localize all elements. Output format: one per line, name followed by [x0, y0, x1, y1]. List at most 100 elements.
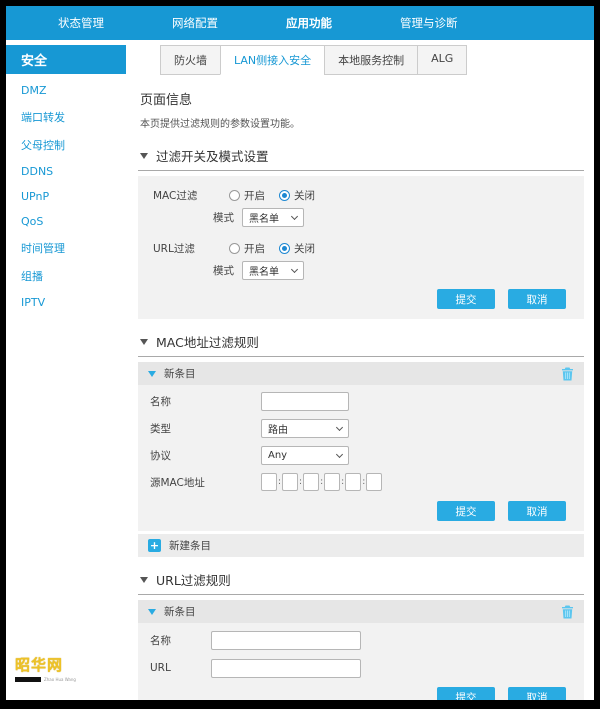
filter-switch-panel: MAC过滤 开启 关闭 模式 黑名单 URL过滤 开启 关闭 模式 黑名单 提交…: [138, 176, 584, 319]
url-mode-label: 模式: [213, 264, 234, 277]
radio-label: 开启: [244, 242, 265, 255]
section-title: 过滤开关及模式设置: [156, 149, 269, 164]
radio-checked-icon: [279, 242, 290, 254]
sidebar-item-iptv[interactable]: IPTV: [6, 290, 126, 315]
url-filter-on-radio[interactable]: 开启: [229, 241, 265, 256]
mac-octet-input-2[interactable]: [282, 473, 299, 491]
brand-logo: 昭华网 Zhao Hua Wang: [15, 654, 85, 682]
tab-local-service-control[interactable]: 本地服务控制: [324, 45, 419, 75]
screenshot-frame: 状态管理 网络配置 应用功能 管理与诊断 安全 DMZ 端口转发 父母控制 DD…: [0, 0, 600, 709]
mac-rules-panel: 新条目 名称 类型 路由 协议 Any 源MAC地址::::: 提交 …: [138, 362, 584, 531]
select-value: 路由: [268, 424, 288, 436]
mac-mode-label: 模式: [213, 211, 234, 224]
select-value: Any: [268, 449, 288, 461]
nav-management-diagnostics[interactable]: 管理与诊断: [400, 15, 458, 31]
mac-new-entry-button[interactable]: + 新建条目: [138, 534, 584, 557]
mac-octet-input-3[interactable]: [303, 473, 320, 491]
mac-separator: :: [320, 477, 324, 487]
radio-label: 关闭: [294, 189, 315, 202]
mac-entry-header[interactable]: 新条目: [138, 362, 584, 385]
tab-alg[interactable]: ALG: [417, 45, 468, 75]
tab-bar: 防火墙 LAN侧接入安全 本地服务控制 ALG: [160, 45, 584, 75]
sidebar-item-port-forwarding[interactable]: 端口转发: [6, 103, 126, 131]
name-label: 名称: [150, 634, 171, 647]
collapse-triangle-icon: [148, 608, 156, 615]
cancel-button[interactable]: 取消: [508, 687, 566, 700]
type-label: 类型: [150, 422, 171, 435]
section-divider: [138, 356, 584, 357]
select-value: 黑名单: [249, 266, 279, 278]
url-mode-select[interactable]: 黑名单: [242, 260, 304, 280]
nav-status-management[interactable]: 状态管理: [58, 15, 104, 31]
mac-octet-input-5[interactable]: [345, 473, 362, 491]
select-value: 黑名单: [249, 213, 279, 225]
trash-icon[interactable]: [561, 367, 574, 381]
sidebar-item-security[interactable]: 安全: [6, 45, 126, 74]
url-rule-name-input[interactable]: [211, 630, 361, 650]
sidebar-item-qos[interactable]: QoS: [6, 209, 126, 234]
mac-filter-off-radio[interactable]: 关闭: [279, 188, 315, 203]
app-window: 状态管理 网络配置 应用功能 管理与诊断 安全 DMZ 端口转发 父母控制 DD…: [6, 6, 594, 700]
page-title: 页面信息: [140, 93, 193, 108]
mac-filter-label: MAC过滤: [153, 189, 198, 202]
section-mac-rules-header[interactable]: MAC地址过滤规则: [140, 332, 584, 351]
mac-filter-on-radio[interactable]: 开启: [229, 188, 265, 203]
plus-icon: +: [148, 539, 161, 552]
mac-separator: :: [278, 477, 282, 487]
radio-label: 关闭: [294, 242, 315, 255]
collapse-triangle-icon: [140, 338, 148, 345]
submit-button[interactable]: 提交: [437, 687, 495, 700]
radio-label: 开启: [244, 189, 265, 202]
mac-rule-name-input[interactable]: [261, 391, 349, 411]
new-entry-label: 新建条目: [169, 540, 211, 552]
chevron-down-icon: [290, 212, 299, 220]
section-divider: [138, 594, 584, 595]
radio-unchecked-icon: [229, 242, 240, 254]
protocol-label: 协议: [150, 449, 171, 462]
chevron-down-icon: [335, 450, 344, 458]
sidebar-item-ddns[interactable]: DDNS: [6, 159, 126, 184]
url-rules-panel: 新条目 名称 URL 提交 取消: [138, 600, 584, 700]
section-filter-switch-header[interactable]: 过滤开关及模式设置: [140, 146, 584, 165]
mac-mode-select[interactable]: 黑名单: [242, 207, 304, 227]
section-url-rules-header[interactable]: URL过滤规则: [140, 570, 584, 589]
mac-octet-input-1[interactable]: [261, 473, 277, 491]
entry-title: 新条目: [164, 606, 196, 618]
sidebar-item-time-management[interactable]: 时间管理: [6, 234, 126, 262]
submit-button[interactable]: 提交: [437, 501, 495, 521]
brand-logo-text: 昭华网: [15, 656, 64, 674]
tab-firewall[interactable]: 防火墙: [160, 45, 221, 75]
trash-icon[interactable]: [561, 605, 574, 619]
mac-separator: :: [362, 477, 366, 487]
sidebar-item-parental-control[interactable]: 父母控制: [6, 131, 126, 159]
url-filter-label: URL过滤: [153, 242, 195, 255]
nav-network-config[interactable]: 网络配置: [172, 15, 218, 31]
nav-application-features[interactable]: 应用功能: [286, 15, 332, 31]
sidebar: 安全 DMZ 端口转发 父母控制 DDNS UPnP QoS 时间管理 组播 I…: [6, 45, 126, 700]
mac-separator: :: [299, 477, 303, 487]
url-filter-off-radio[interactable]: 关闭: [279, 241, 315, 256]
chevron-down-icon: [335, 423, 344, 431]
top-navigation: 状态管理 网络配置 应用功能 管理与诊断: [6, 6, 594, 40]
mac-octet-input-4[interactable]: [324, 473, 341, 491]
sidebar-item-upnp[interactable]: UPnP: [6, 184, 126, 209]
collapse-triangle-icon: [148, 370, 156, 377]
tab-lan-access-security[interactable]: LAN侧接入安全: [220, 45, 326, 75]
sidebar-item-dmz[interactable]: DMZ: [6, 78, 126, 103]
cancel-button[interactable]: 取消: [508, 289, 566, 309]
mac-octet-input-6[interactable]: [366, 473, 383, 491]
sidebar-item-multicast[interactable]: 组播: [6, 262, 126, 290]
url-rule-url-input[interactable]: [211, 658, 361, 678]
logo-underline-bar: [15, 677, 41, 682]
collapse-triangle-icon: [140, 576, 148, 583]
radio-unchecked-icon: [229, 189, 240, 201]
entry-title: 新条目: [164, 368, 196, 380]
submit-button[interactable]: 提交: [437, 289, 495, 309]
cancel-button[interactable]: 取消: [508, 501, 566, 521]
section-title: URL过滤规则: [156, 573, 231, 588]
url-entry-header[interactable]: 新条目: [138, 600, 584, 623]
type-select[interactable]: 路由: [261, 418, 349, 438]
section-divider: [138, 170, 584, 171]
protocol-select[interactable]: Any: [261, 445, 349, 465]
brand-logo-tagline: Zhao Hua Wang: [44, 677, 76, 682]
